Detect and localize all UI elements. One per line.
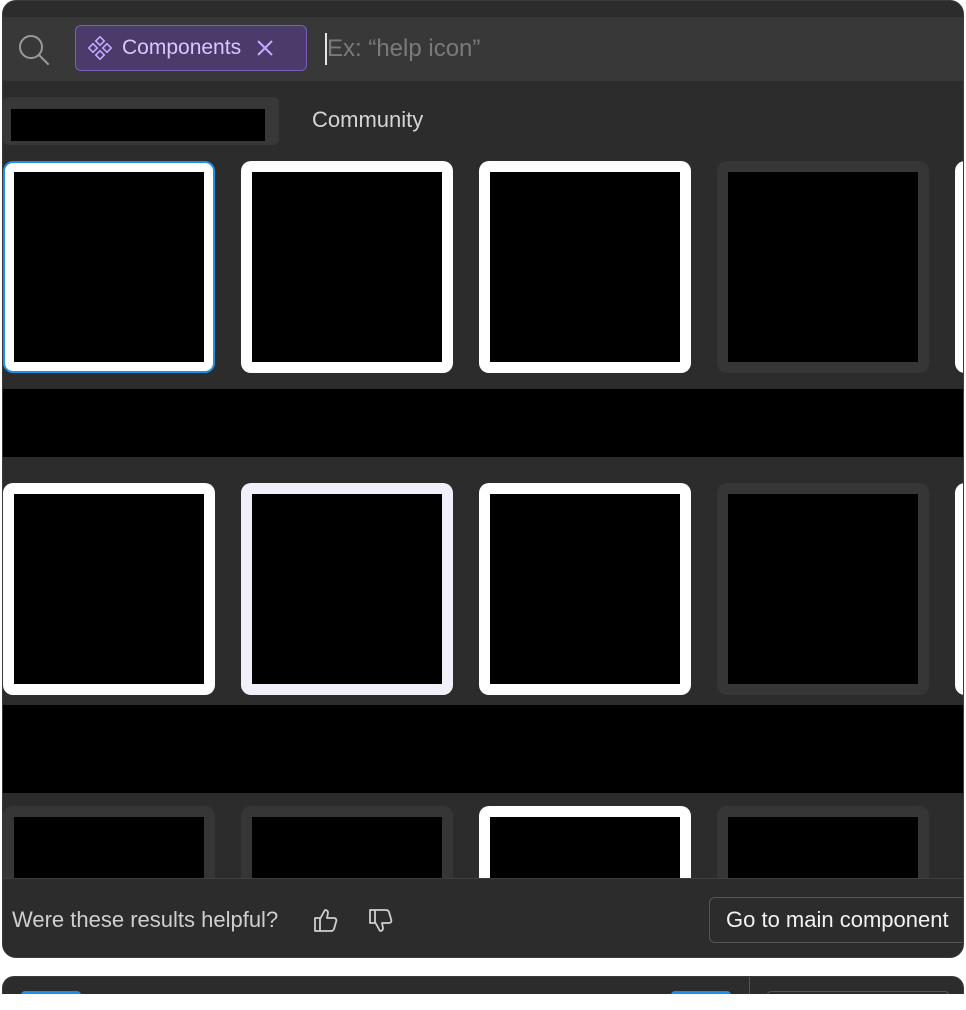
- result-card[interactable]: [479, 161, 691, 373]
- chip-label: Components: [122, 36, 242, 59]
- result-card[interactable]: [717, 161, 929, 373]
- search-bar: Components: [3, 17, 963, 81]
- feedback-question: Were these results helpful?: [12, 907, 279, 932]
- result-card-partial[interactable]: [955, 483, 963, 695]
- result-thumbnail: [728, 817, 918, 879]
- redacted-section-band: [3, 705, 963, 793]
- results-grid: [3, 159, 963, 879]
- result-thumbnail: [490, 172, 680, 362]
- search-input[interactable]: [325, 29, 945, 69]
- result-card[interactable]: [717, 806, 929, 879]
- result-card[interactable]: [479, 806, 691, 879]
- result-thumbnail: [490, 817, 680, 879]
- result-thumbnail: [728, 494, 918, 684]
- result-card[interactable]: [3, 483, 215, 695]
- result-thumbnail: [252, 172, 442, 362]
- thumbs-down-icon[interactable]: [367, 907, 395, 935]
- result-card-partial[interactable]: [955, 161, 963, 373]
- result-thumbnail: [728, 172, 918, 362]
- redacted-section-band: [3, 389, 963, 457]
- result-thumbnail: [252, 817, 442, 879]
- component-icon: [88, 36, 112, 60]
- result-thumbnail: [14, 172, 204, 362]
- result-card[interactable]: [3, 161, 215, 373]
- result-thumbnail: [490, 494, 680, 684]
- result-thumbnail: [252, 494, 442, 684]
- redacted-tab-label: [11, 109, 265, 141]
- result-card[interactable]: [717, 483, 929, 695]
- thumbs-up-icon[interactable]: [312, 906, 340, 934]
- result-card[interactable]: [3, 806, 215, 879]
- asset-search-panel: Components Community W: [2, 0, 964, 958]
- result-thumbnail: [14, 817, 204, 879]
- close-icon[interactable]: [255, 38, 275, 58]
- tab-community[interactable]: Community: [312, 107, 423, 133]
- result-card[interactable]: [241, 806, 453, 879]
- result-card[interactable]: [241, 161, 453, 373]
- search-icon: [19, 35, 49, 65]
- result-card[interactable]: [479, 483, 691, 695]
- text-caret: [325, 33, 327, 65]
- components-filter-chip[interactable]: Components: [75, 25, 307, 71]
- go-to-main-component-button[interactable]: Go to main component: [709, 897, 963, 943]
- tab-redacted[interactable]: [3, 97, 279, 145]
- page-background: [0, 994, 966, 1010]
- footer-divider: [3, 878, 963, 879]
- result-card[interactable]: [241, 483, 453, 695]
- result-thumbnail: [14, 494, 204, 684]
